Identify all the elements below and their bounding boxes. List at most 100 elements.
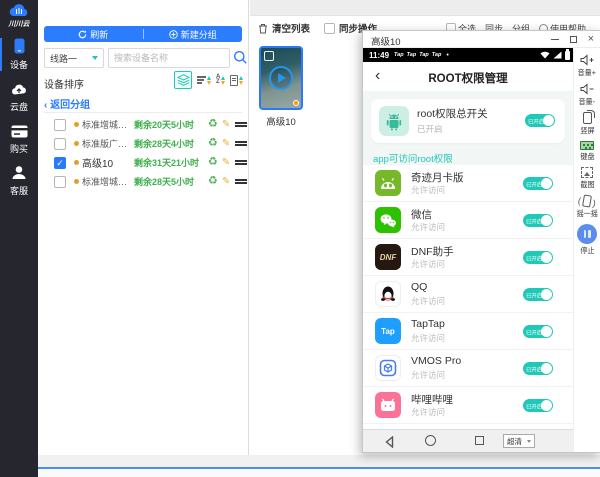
drag-handle-icon[interactable] xyxy=(235,158,247,166)
renew-icon[interactable]: ♻ xyxy=(208,119,218,130)
sort-alpha-button[interactable]: AZ xyxy=(216,71,225,89)
sort-device-button[interactable] xyxy=(230,71,243,89)
phone-side-toolbar: 音量+ 音量- 竖屏 键盘 截图 摇一摇 停止 xyxy=(573,48,600,452)
edit-icon[interactable]: ✎ xyxy=(222,157,230,168)
edit-icon[interactable]: ✎ xyxy=(222,119,230,130)
app-toggle[interactable]: 已开启 xyxy=(523,288,553,301)
play-button[interactable] xyxy=(269,66,293,90)
panel-top-strip xyxy=(250,0,600,16)
page-title: ROOT权限管理 xyxy=(363,70,573,86)
sort-device-icon xyxy=(230,75,238,86)
device-checkbox[interactable] xyxy=(54,138,66,150)
keyboard-button[interactable]: 键盘 xyxy=(580,141,595,162)
android-statusbar: 11:49 Tap Tap Tap Tap • xyxy=(363,48,600,62)
line-select[interactable]: 线路一 xyxy=(44,48,104,68)
sidebar-item-devices[interactable]: 设备 xyxy=(0,38,38,71)
sidebar-item-purchase[interactable]: 购买 xyxy=(0,125,38,155)
shake-button[interactable]: 摇一摇 xyxy=(576,195,599,219)
toolbar-label: 音量- xyxy=(579,96,596,106)
app-toggle[interactable]: 已开启 xyxy=(523,214,553,227)
line-select-value: 线路一 xyxy=(50,52,77,65)
device-row-selected[interactable]: ✓ 高级10 剩余31天21小时 ♻ ✎ xyxy=(38,153,249,172)
cloud-disk-icon xyxy=(10,82,28,96)
device-checkbox[interactable] xyxy=(54,176,66,188)
bilibili-icon xyxy=(375,392,401,418)
sync-operation-checkbox[interactable] xyxy=(324,23,335,34)
phone-window-titlebar[interactable]: 高级10 × xyxy=(363,31,600,48)
device-remaining-time: 剩余28天5小时 xyxy=(134,175,204,188)
sort-layers-button[interactable] xyxy=(174,71,192,89)
sidebar-item-label: 购买 xyxy=(0,142,38,155)
device-checkbox-checked[interactable]: ✓ xyxy=(54,157,66,169)
stop-icon xyxy=(577,224,597,244)
volume-down-icon xyxy=(580,83,594,95)
app-toggle[interactable]: 已开启 xyxy=(523,399,553,412)
search-button[interactable] xyxy=(233,50,249,66)
nav-recents-icon[interactable] xyxy=(475,436,484,445)
drag-handle-icon[interactable] xyxy=(235,177,247,185)
app-toggle[interactable]: 已开启 xyxy=(523,251,553,264)
customer-service-icon xyxy=(11,165,27,180)
toggle-knob xyxy=(541,400,552,411)
back-link-label: 返回分组 xyxy=(50,100,90,111)
stop-button[interactable]: 停止 xyxy=(577,224,597,256)
notification-overflow-dot: • xyxy=(446,52,448,59)
toolbar-label: 停止 xyxy=(580,245,594,255)
device-checkbox[interactable] xyxy=(54,119,66,131)
edit-icon[interactable]: ✎ xyxy=(222,138,230,149)
device-row[interactable]: 标准增城自用 剩余28天5小时 ♻ ✎ xyxy=(38,172,249,191)
app-row: QQ 允许访问 已开启 xyxy=(363,276,573,313)
rotate-screen-button[interactable]: 竖屏 xyxy=(580,112,595,136)
maximize-icon[interactable] xyxy=(570,36,577,43)
app-name: TapTap xyxy=(411,318,445,330)
app-permission: 允许访问 xyxy=(411,295,445,307)
new-group-button[interactable]: 新建分组 xyxy=(144,26,243,42)
renew-icon[interactable]: ♻ xyxy=(208,157,218,168)
device-panel: 刷新 新建分组 线路一 设备排序 xyxy=(38,0,249,455)
toggle-knob xyxy=(541,178,552,189)
screenshot-button[interactable]: 截图 xyxy=(580,167,595,190)
quality-select[interactable]: 超清 xyxy=(503,434,535,448)
device-name: 高级10 xyxy=(82,155,134,170)
toggle-label: 已开启 xyxy=(526,254,542,262)
renew-icon[interactable]: ♻ xyxy=(208,138,218,149)
app-permission: 允许访问 xyxy=(411,221,445,233)
device-thumbnail[interactable] xyxy=(259,46,303,110)
phone-stream-window: 高级10 × 11:49 Tap Tap Tap Tap • ‹ ROOT权限管… xyxy=(362,30,600,453)
sort-icon-group: AZ xyxy=(174,71,243,89)
app-toggle[interactable]: 已开启 xyxy=(523,362,553,375)
master-switch-toggle[interactable]: 已开启 xyxy=(525,114,555,127)
purchase-card-icon xyxy=(11,125,28,138)
search-input[interactable] xyxy=(108,48,230,68)
clear-list-icon xyxy=(258,23,268,34)
minimize-icon[interactable] xyxy=(551,39,559,41)
volume-down-button[interactable]: 音量- xyxy=(578,83,596,107)
refresh-button[interactable]: 刷新 xyxy=(44,26,143,42)
app-toggle[interactable]: 已开启 xyxy=(523,325,553,338)
drag-handle-icon[interactable] xyxy=(235,139,247,147)
device-action-bar: 刷新 新建分组 xyxy=(44,26,242,42)
edit-icon[interactable]: ✎ xyxy=(222,176,230,187)
battery-icon xyxy=(565,51,570,60)
device-row[interactable]: 标准版广… 剩余28天4小时 ♻ ✎ xyxy=(38,134,249,153)
sidebar-item-customer-service[interactable]: 客服 xyxy=(0,165,38,197)
volume-up-button[interactable]: 音量+ xyxy=(577,54,596,78)
back-to-groups-link[interactable]: ‹ 返回分组 xyxy=(44,96,90,111)
nav-back-icon[interactable] xyxy=(385,436,394,448)
master-switch-status: 已开启 xyxy=(417,123,443,135)
app-name: 微信 xyxy=(411,207,432,222)
close-icon[interactable]: × xyxy=(588,34,594,45)
sort-list-button[interactable] xyxy=(197,71,211,89)
drag-handle-icon[interactable] xyxy=(235,120,247,128)
nav-home-icon[interactable] xyxy=(425,435,436,446)
root-android-icon xyxy=(379,106,409,136)
app-toggle[interactable]: 已开启 xyxy=(523,177,553,190)
chevron-down-icon xyxy=(527,440,531,443)
status-dot xyxy=(74,179,79,184)
app-row: 微信 允许访问 已开启 xyxy=(363,202,573,239)
device-row[interactable]: 标准增城测试 剩余20天5小时 ♻ ✎ xyxy=(38,115,249,134)
clear-list-button[interactable]: 清空列表 xyxy=(272,21,310,35)
sidebar-item-cloud-disk[interactable]: 云盘 xyxy=(0,82,38,113)
renew-icon[interactable]: ♻ xyxy=(208,176,218,187)
thumbnail-checkbox[interactable] xyxy=(264,51,274,61)
